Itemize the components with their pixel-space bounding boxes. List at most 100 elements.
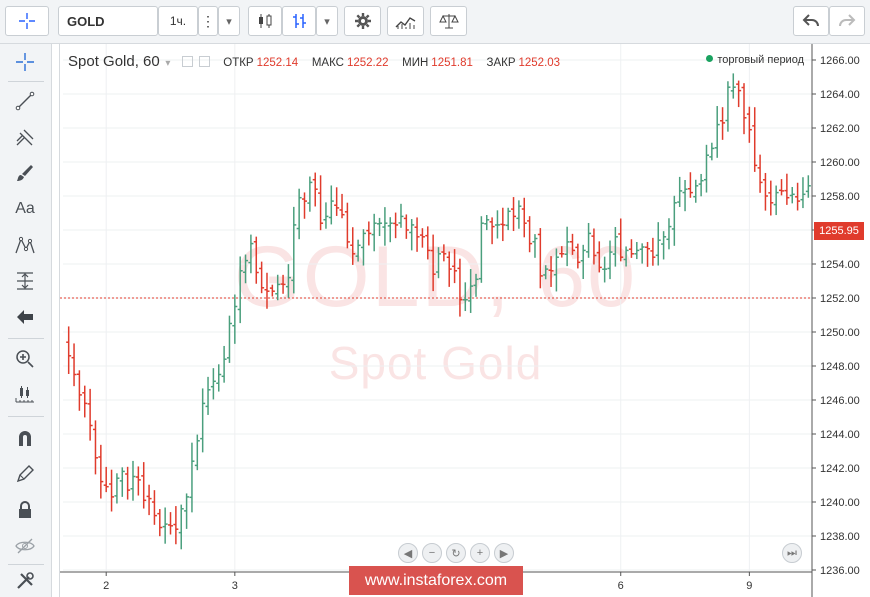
gear-icon[interactable] [198,56,210,67]
chart-area[interactable]: GOLD, 60 Spot Gold 1236.00 1238.00 1240.00… [59,44,870,597]
ohlc-bar [253,236,259,284]
ohlc-bar [666,218,672,250]
tools-icon [17,572,34,589]
ohlc-bar [114,473,120,504]
redo-button[interactable] [829,6,865,36]
y-tick-label: 1250.00 [820,327,860,339]
indicators-button[interactable] [387,6,424,36]
trading-chart-app: GOLD 1ч. ⋮ ▾ ▾ Aa GOLD, 60 Spot Gold 123… [0,0,870,597]
crosshair-icon [16,53,34,71]
stay-in-drawing-button[interactable] [8,459,42,489]
ohlc-bar [403,214,409,239]
zoom-in-button[interactable]: + [470,543,490,563]
data-window-tool[interactable] [8,380,42,410]
pitchfork-tool[interactable] [8,122,42,152]
brush-tool[interactable] [8,158,42,188]
redo-icon [839,14,856,27]
compare-button[interactable] [430,6,467,36]
reset-button[interactable]: ↻ [446,543,466,563]
pattern-tool[interactable] [8,230,42,260]
settings-button[interactable] [344,6,381,36]
ohlc-bar [184,493,190,529]
bars-button[interactable] [282,6,316,36]
scroll-right-button[interactable]: ▶ [494,543,514,563]
high-value: 1252.22 [346,57,389,69]
zoom-tool[interactable] [8,344,42,374]
remove-drawings-button[interactable] [8,302,42,332]
ruler-chart-icon [15,386,34,403]
session-label: торговый период [717,54,804,66]
ohlc-bar [151,490,157,525]
symbol-field[interactable]: GOLD [58,6,158,36]
ohlc-bar [323,202,329,229]
ohlc-bar [371,213,377,252]
ohlc-bar [516,200,522,229]
price-chart[interactable]: 1236.00 1238.00 1240.00 1242.00 1244.00 1246.… [60,44,870,597]
y-tick-label: 1238.00 [820,531,860,543]
hide-drawings-button[interactable] [8,531,42,561]
open-value: 1252.14 [256,57,299,69]
eye-crossed-icon [15,538,35,554]
trend-line-tool[interactable] [8,86,42,116]
ohlc-bar [591,228,597,265]
ohlc-bar [521,197,527,238]
undo-icon [802,14,819,27]
ohlc-bar [76,370,82,411]
interval-menu-button[interactable]: ⋮ [198,6,218,36]
crosshair-button[interactable] [5,6,49,36]
remove-tools-button[interactable] [8,566,42,596]
ohlc-bar [216,364,222,392]
text-icon: Aa [15,200,35,217]
ohlc-bar [618,218,624,262]
undo-button[interactable] [793,6,829,36]
open-label: ОТКР [223,57,254,69]
ohlc-bar [446,251,452,287]
ohlc-bar [355,239,361,262]
status-dot [706,55,714,62]
ohlc-bar [532,234,538,258]
magnet-button[interactable] [8,423,42,453]
ohlc-bar [500,207,506,242]
ohlc-bar [275,274,281,301]
scroll-to-end-button[interactable]: ⏭ [782,543,802,563]
ohlc-bar [339,193,345,219]
eye-icon[interactable] [182,56,194,67]
ohlc-bar [639,243,645,264]
ohlc-bar [280,274,286,294]
chevron-down-icon[interactable]: ▾ [218,6,240,36]
brand-banner[interactable]: www.instaforex.com [349,566,523,595]
ohlc-bar [612,227,618,267]
ohlc-bar [318,175,324,231]
ohlc-bar [457,258,463,317]
crosshair-tool[interactable] [8,47,42,77]
chevron-down-icon[interactable]: ▾ [316,6,338,36]
ohlc-bar [677,176,683,208]
ohlc-bar [537,228,543,289]
chevron-down-icon[interactable]: ▾ [165,58,170,69]
ohlc-bar [237,256,243,324]
ohlc-bar [366,221,372,246]
y-tick-label: 1264.00 [820,89,860,101]
plus-icon: + [476,547,484,559]
ohlc-bar [741,83,747,135]
pitchfork-icon [16,129,34,146]
text-tool[interactable]: Aa [8,194,42,224]
ohlc-bar [478,216,484,283]
x-tick-label: 6 [618,580,624,592]
ohlc-bar [135,466,141,496]
zoom-out-button[interactable]: − [422,543,442,563]
ohlc-bar [569,233,575,255]
ohlc-bar [553,248,559,292]
ohlc-bar [291,206,297,294]
scroll-left-button[interactable]: ◀ [398,543,418,563]
ohlc-bar [768,180,774,216]
measure-tool[interactable] [8,266,42,296]
lock-drawings-button[interactable] [8,495,42,525]
candles-button[interactable] [248,6,282,36]
refresh-icon: ↻ [451,547,461,560]
ohlc-bar [703,144,709,193]
ohlc-bar [634,242,640,260]
interval-selector[interactable]: 1ч. [158,6,198,36]
chart-legend: Spot Gold, 60 ▾ ОТКР 1252.14 МАКС 1252.22 … [68,53,560,70]
ohlc-bar [757,154,763,193]
